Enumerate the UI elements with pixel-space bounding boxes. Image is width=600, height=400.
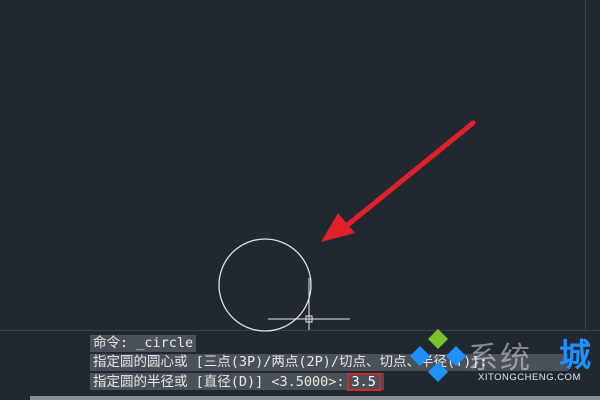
watermark-highlight: 城 bbox=[559, 336, 592, 374]
site-logo-icon bbox=[410, 329, 466, 382]
watermark-text: 系统 bbox=[468, 341, 532, 376]
watermark-url: XITONGCHENG.COM bbox=[478, 372, 581, 383]
